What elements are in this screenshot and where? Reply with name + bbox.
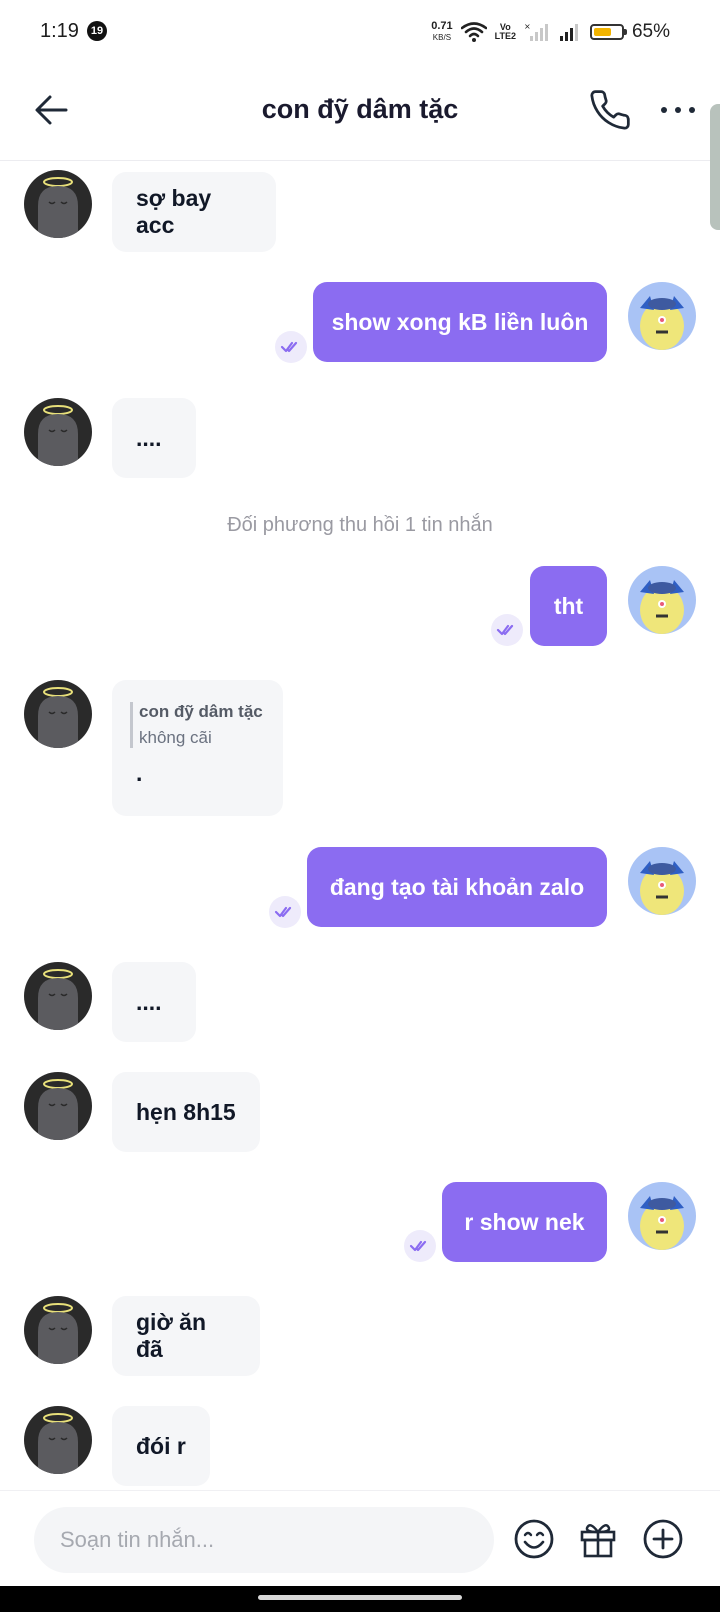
add-button[interactable]: [641, 1517, 685, 1561]
angel-avatar-icon: [24, 170, 92, 238]
angel-avatar-icon: [24, 680, 92, 748]
quote-sender: con đỹ dâm tặc: [139, 702, 263, 721]
message-text: show xong kB liền luôn: [331, 308, 589, 335]
plus-circle-icon: [643, 1519, 683, 1559]
angel-avatar-icon: [24, 962, 92, 1030]
monster-avatar-icon: [628, 282, 696, 350]
my-avatar[interactable]: [628, 1182, 696, 1250]
contact-avatar[interactable]: [24, 398, 92, 466]
angel-avatar-icon: [24, 1406, 92, 1474]
message-text: đang tạo tài khoản zalo: [329, 873, 585, 900]
battery-icon: [589, 24, 627, 40]
notification-badge: 19: [87, 21, 107, 41]
message-text: sợ bay acc: [136, 185, 212, 238]
more-button[interactable]: [656, 88, 700, 132]
my-avatar[interactable]: [628, 847, 696, 915]
side-drawer-handle[interactable]: [710, 104, 720, 230]
message-text: .: [136, 760, 143, 786]
volte-bottom-label: LTE2: [494, 31, 516, 41]
reply-quote[interactable]: con đỹ dâm tặc không cãi: [130, 702, 263, 748]
monster-avatar-icon: [628, 847, 696, 915]
my-avatar[interactable]: [628, 566, 696, 634]
status-time: 1:19: [40, 20, 79, 42]
message-bubble-incoming[interactable]: đói r: [112, 1406, 210, 1486]
more-dots-icon: [661, 107, 695, 113]
message-bubble-incoming[interactable]: ....: [112, 962, 196, 1042]
message-bubble-incoming[interactable]: sợ bay acc: [112, 172, 276, 252]
gift-icon: [580, 1524, 616, 1558]
volte-indicator: Vo LTE2: [495, 23, 516, 41]
battery-level-fill: [593, 28, 611, 36]
home-gesture-bar[interactable]: [258, 1595, 462, 1600]
message-bubble-outgoing[interactable]: đang tạo tài khoản zalo: [307, 847, 607, 927]
monster-avatar-icon: [628, 1182, 696, 1250]
battery-percent: 65%: [631, 21, 670, 42]
read-receipt-icon: [275, 331, 307, 363]
chat-header: con đỹ dâm tặc: [0, 64, 720, 161]
message-text: ....: [136, 988, 162, 1015]
message-bubble-outgoing[interactable]: tht: [530, 566, 607, 646]
svg-text:×: ×: [524, 22, 531, 31]
quote-text: không cãi: [139, 728, 212, 747]
composer-bar: [0, 1490, 720, 1587]
smiley-icon: [514, 1519, 554, 1559]
contact-avatar[interactable]: [24, 1296, 92, 1364]
monster-avatar-icon: [628, 566, 696, 634]
phone-icon: [590, 90, 630, 130]
emoji-button[interactable]: [512, 1517, 556, 1561]
system-message-recalled: Đối phương thu hồi 1 tin nhắn: [227, 514, 493, 536]
contact-avatar[interactable]: [24, 1072, 92, 1140]
signal-sim1-icon: ×: [524, 22, 548, 41]
call-button[interactable]: [588, 88, 632, 132]
message-text: tht: [553, 592, 584, 619]
my-avatar[interactable]: [628, 282, 696, 350]
read-receipt-icon: [491, 614, 523, 646]
message-text: hẹn 8h15: [136, 1098, 236, 1125]
wifi-icon: [460, 22, 487, 42]
message-text: giờ ăn đã: [136, 1309, 207, 1362]
message-text: ....: [136, 424, 162, 451]
arrow-left-icon: [35, 95, 68, 125]
read-receipt-icon: [269, 896, 301, 928]
angel-avatar-icon: [24, 1072, 92, 1140]
read-receipt-icon: [404, 1230, 436, 1262]
message-bubble-incoming-reply[interactable]: con đỹ dâm tặc không cãi .: [112, 680, 283, 816]
message-bubble-incoming[interactable]: giờ ăn đã: [112, 1296, 260, 1376]
message-bubble-incoming[interactable]: ....: [112, 398, 196, 478]
network-speed-value: 0.71: [431, 20, 453, 32]
message-input[interactable]: [34, 1507, 494, 1573]
angel-avatar-icon: [24, 398, 92, 466]
contact-avatar[interactable]: [24, 1406, 92, 1474]
message-text: đói r: [136, 1432, 186, 1459]
message-bubble-outgoing[interactable]: r show nek: [442, 1182, 607, 1262]
contact-avatar[interactable]: [24, 680, 92, 748]
angel-avatar-icon: [24, 1296, 92, 1364]
signal-sim2-icon: [559, 24, 578, 41]
gift-button[interactable]: [576, 1517, 620, 1561]
message-text: r show nek: [464, 1208, 585, 1235]
contact-avatar[interactable]: [24, 962, 92, 1030]
status-bar: 1:19 19 0.71 KB/S Vo LTE2 × 65%: [0, 0, 720, 64]
system-nav-bar: [0, 1586, 720, 1612]
message-bubble-outgoing[interactable]: show xong kB liền luôn: [313, 282, 607, 362]
message-bubble-incoming[interactable]: hẹn 8h15: [112, 1072, 260, 1152]
status-indicators: 0.71 KB/S Vo LTE2 × 65%: [431, 18, 670, 46]
contact-avatar[interactable]: [24, 170, 92, 238]
network-speed-unit: KB/S: [432, 33, 452, 42]
chat-title[interactable]: con đỹ dâm tặc: [160, 94, 560, 125]
back-button[interactable]: [30, 88, 74, 132]
network-speed: 0.71 KB/S: [431, 21, 452, 43]
